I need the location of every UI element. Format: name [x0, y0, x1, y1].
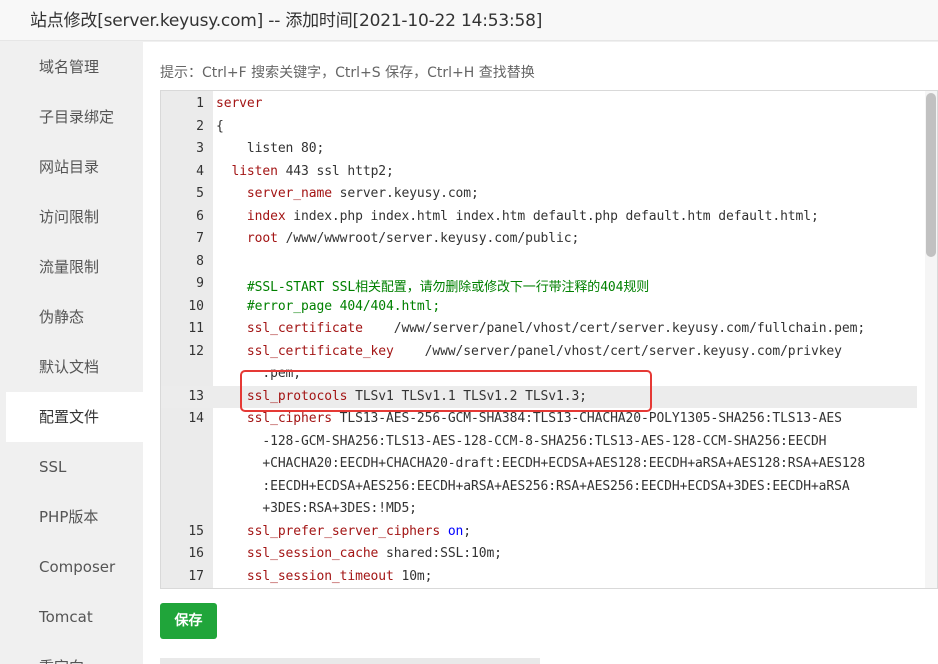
line-number: 16: [188, 546, 204, 561]
line-code: #SSL-START SSL相关配置，请勿删除或修改下一行带注释的404规则: [246, 280, 650, 295]
line-code: ssl_session_timeout 10m;: [246, 568, 433, 584]
sidebar-item-composer[interactable]: Composer: [0, 542, 143, 592]
code-line[interactable]: -128-GCM-SHA256:TLS13-AES-128-CCM-8-SHA2…: [161, 431, 917, 454]
line-number: 15: [188, 523, 204, 539]
bottom-note-cutoff: [160, 656, 580, 664]
code-line[interactable]: 8: [161, 251, 917, 274]
code-line[interactable]: +3DES:RSA+3DES:!MD5;: [161, 498, 917, 521]
line-code: +CHACHA20:EECDH+CHACHA20-draft:EECDH+ECD…: [216, 456, 866, 471]
line-code: {: [216, 118, 224, 134]
save-button[interactable]: 保存: [160, 603, 217, 639]
highlight-annotation-box: [240, 370, 652, 412]
line-number: 8: [196, 253, 204, 269]
line-code: ssl_certificate /www/server/panel/vhost/…: [246, 321, 866, 336]
code-line[interactable]: 11 ssl_certificate /www/server/panel/vho…: [161, 318, 917, 341]
line-number: 4: [196, 163, 204, 179]
sidebar-item-tomcat[interactable]: Tomcat: [0, 592, 143, 642]
code-line[interactable]: 6 index index.php index.html index.htm d…: [161, 206, 917, 229]
sidebar-item-subdir-binding[interactable]: 子目录绑定: [0, 92, 143, 142]
code-line[interactable]: :EECDH+ECDSA+AES256:EECDH+aRSA+AES256:RS…: [161, 476, 917, 499]
editor-scrollbar[interactable]: [925, 91, 937, 588]
line-code: ssl_certificate_key /www/server/panel/vh…: [246, 343, 842, 359]
sidebar-item-rewrite[interactable]: 伪静态: [0, 292, 143, 342]
line-code: -128-GCM-SHA256:TLS13-AES-128-CCM-8-SHA2…: [216, 433, 827, 449]
code-line[interactable]: 17 ssl_session_timeout 10m;: [161, 566, 917, 589]
line-number: 3: [196, 141, 204, 156]
editor-scrollbar-thumb[interactable]: [926, 93, 936, 257]
window-titlebar: 站点修改[server.keyusy.com] -- 添加时间[2021-10-…: [0, 0, 938, 41]
line-number: 10: [188, 298, 204, 314]
line-code: listen 443 ssl http2;: [231, 163, 394, 179]
code-line[interactable]: 12 ssl_certificate_key /www/server/panel…: [161, 341, 917, 364]
sidebar-item-php-version[interactable]: PHP版本: [0, 492, 143, 542]
config-editor[interactable]: 1 server 2{3 listen 80; 4 listen 443 ssl ht…: [160, 90, 938, 589]
sidebar-item-default-doc[interactable]: 默认文档: [0, 342, 143, 392]
code-line[interactable]: 1 server: [161, 93, 917, 116]
line-number: 6: [196, 208, 204, 224]
line-number: 5: [196, 186, 204, 201]
sidebar: 域名管理 子目录绑定 网站目录 访问限制 流量限制 伪静态 默认文档 配置文件 …: [0, 42, 143, 664]
sidebar-item-traffic-limit[interactable]: 流量限制: [0, 242, 143, 292]
code-line[interactable]: 2{: [161, 116, 917, 139]
sidebar-item-config-file[interactable]: 配置文件: [6, 392, 143, 442]
line-code: ssl_prefer_server_ciphers on;: [246, 523, 472, 539]
code-line[interactable]: 5 server_name server.keyusy.com;: [161, 183, 917, 206]
editor-hint: 提示：Ctrl+F 搜索关键字，Ctrl+S 保存，Ctrl+H 查找替换: [160, 65, 535, 81]
main-panel: 提示：Ctrl+F 搜索关键字，Ctrl+S 保存，Ctrl+H 查找替换 1s…: [143, 42, 938, 664]
sidebar-item-redirect[interactable]: 重定向: [0, 642, 143, 664]
line-code: index index.php index.html index.htm def…: [246, 208, 819, 224]
code-line[interactable]: +CHACHA20:EECDH+CHACHA20-draft:EECDH+ECD…: [161, 453, 917, 476]
line-code: root /www/wwwroot/server.keyusy.com/publ…: [246, 231, 580, 246]
code-line[interactable]: 3 listen 80;: [161, 138, 917, 161]
code-line[interactable]: 16 ssl_session_cache shared:SSL:10m;: [161, 543, 917, 566]
sidebar-item-site-dir[interactable]: 网站目录: [0, 142, 143, 192]
window-title: 站点修改[server.keyusy.com] -- 添加时间[2021-10-…: [30, 11, 543, 31]
sidebar-item-ssl[interactable]: SSL: [0, 442, 143, 492]
line-code: server: [216, 96, 263, 111]
code-line[interactable]: 15 ssl_prefer_server_ciphers on;: [161, 521, 917, 544]
line-number: 11: [188, 321, 204, 336]
line-code: ssl_ciphers TLS13-AES-256-GCM-SHA384:TLS…: [246, 411, 842, 426]
code-line[interactable]: 10 #error_page 404/404.html;: [161, 296, 917, 319]
line-number: 13: [188, 388, 204, 404]
line-number: 2: [196, 118, 204, 134]
line-code: server_name server.keyusy.com;: [246, 186, 479, 201]
line-code: :EECDH+ECDSA+AES256:EECDH+aRSA+AES256:RS…: [216, 478, 850, 494]
line-number: 14: [188, 411, 204, 426]
line-number: 9: [196, 276, 204, 291]
line-code: ssl_session_cache shared:SSL:10m;: [246, 546, 502, 561]
line-code: #error_page 404/404.html;: [246, 298, 441, 314]
code-line[interactable]: 7 root /www/wwwroot/server.keyusy.com/pu…: [161, 228, 917, 251]
sidebar-item-access-limit[interactable]: 访问限制: [0, 192, 143, 242]
line-code: listen 80;: [216, 141, 325, 156]
code-line[interactable]: 4 listen 443 ssl http2;: [161, 161, 917, 184]
line-number: 12: [188, 343, 204, 359]
line-number: 1: [196, 96, 204, 111]
code-line[interactable]: 9 #SSL-START SSL相关配置，请勿删除或修改下一行带注释的404规则: [161, 273, 917, 296]
line-number: 17: [188, 568, 204, 584]
line-code: +3DES:RSA+3DES:!MD5;: [216, 501, 417, 516]
sidebar-item-domain[interactable]: 域名管理: [0, 42, 143, 92]
line-number: 7: [196, 231, 204, 246]
